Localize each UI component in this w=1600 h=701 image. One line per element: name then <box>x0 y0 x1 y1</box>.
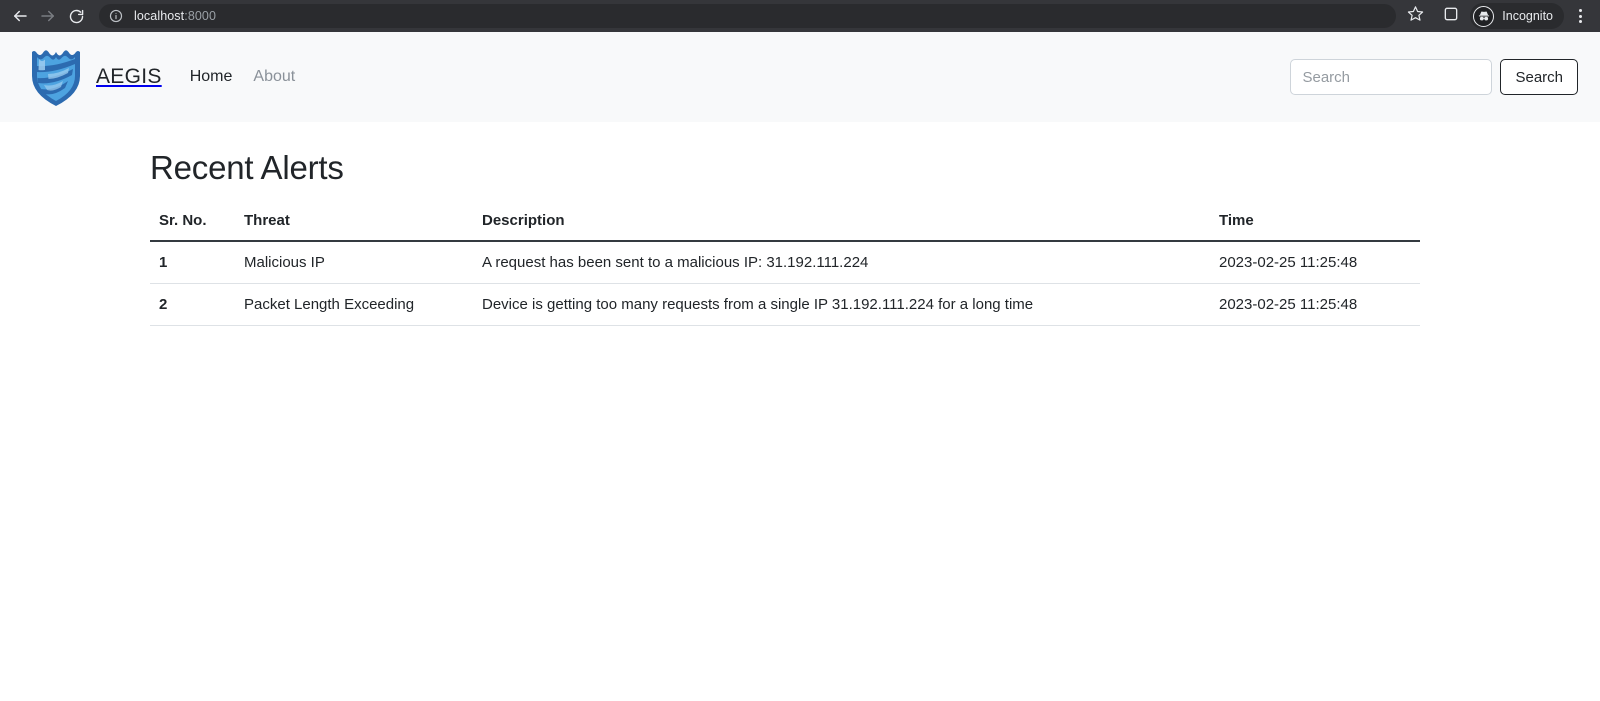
column-header-description: Description <box>473 212 1210 242</box>
cell-description: Device is getting too many requests from… <box>473 283 1210 326</box>
cell-time: 2023-02-25 11:25:48 <box>1210 283 1420 326</box>
brand-name: AEGIS <box>96 65 162 88</box>
back-arrow-icon <box>11 7 29 25</box>
reload-button[interactable] <box>62 2 90 30</box>
recent-alerts-table: Sr. No. Threat Description Time 1 Malici… <box>150 212 1420 326</box>
browser-menu-button[interactable] <box>1566 2 1594 30</box>
three-dot-menu-icon-dot3 <box>1578 20 1582 24</box>
table-row: 1 Malicious IP A request has been sent t… <box>150 241 1420 284</box>
search-form: Search <box>1290 59 1578 95</box>
cell-sr-no: 1 <box>150 241 235 284</box>
side-panel-button[interactable] <box>1438 3 1464 29</box>
forward-button[interactable] <box>34 2 62 30</box>
nav-link-about[interactable]: About <box>253 68 295 86</box>
table-row: 2 Packet Length Exceeding Device is gett… <box>150 283 1420 326</box>
forward-arrow-icon <box>39 7 57 25</box>
nav-link-home[interactable]: Home <box>190 68 233 86</box>
page-title: Recent Alerts <box>150 149 344 186</box>
bookmark-button[interactable] <box>1402 3 1428 29</box>
cell-threat: Packet Length Exceeding <box>235 283 473 326</box>
reload-icon <box>68 8 85 25</box>
main-content: Recent Alerts Sr. No. Threat Description… <box>0 122 1600 326</box>
table-head: Sr. No. Threat Description Time <box>150 212 1420 242</box>
search-button[interactable]: Search <box>1500 59 1578 95</box>
cell-time: 2023-02-25 11:25:48 <box>1210 241 1420 284</box>
browser-toolbar: localhost:8000 Incognito <box>0 0 1600 32</box>
address-bar[interactable]: localhost:8000 <box>99 4 1397 28</box>
three-dot-menu-icon <box>1578 8 1582 12</box>
column-header-time: Time <box>1210 212 1420 242</box>
site-navbar: AEGIS Home About Search <box>0 32 1600 122</box>
address-port: :8000 <box>184 9 217 23</box>
back-button[interactable] <box>6 2 34 30</box>
nav-links: Home About <box>190 68 296 86</box>
page-viewport: AEGIS Home About Search Recent Alerts Sr… <box>0 32 1600 701</box>
address-host: localhost <box>134 9 185 23</box>
address-bar-text: localhost:8000 <box>134 9 216 23</box>
cell-description: A request has been sent to a malicious I… <box>473 241 1210 284</box>
profile-label: Incognito <box>1502 9 1553 23</box>
column-header-sr-no: Sr. No. <box>150 212 235 242</box>
star-icon <box>1407 5 1424 27</box>
cell-threat: Malicious IP <box>235 241 473 284</box>
info-circle-icon[interactable] <box>109 9 123 23</box>
three-dot-menu-icon-dot2 <box>1578 14 1582 18</box>
column-header-threat: Threat <box>235 212 473 242</box>
search-input[interactable] <box>1290 59 1493 95</box>
incognito-avatar-icon <box>1473 5 1495 27</box>
table-header-row: Sr. No. Threat Description Time <box>150 212 1420 242</box>
side-panel-icon <box>1443 6 1459 27</box>
profile-button[interactable]: Incognito <box>1470 3 1564 29</box>
brand-link[interactable]: AEGIS <box>28 46 162 108</box>
aegis-shield-logo-icon <box>28 46 84 108</box>
cell-sr-no: 2 <box>150 283 235 326</box>
table-body: 1 Malicious IP A request has been sent t… <box>150 241 1420 326</box>
